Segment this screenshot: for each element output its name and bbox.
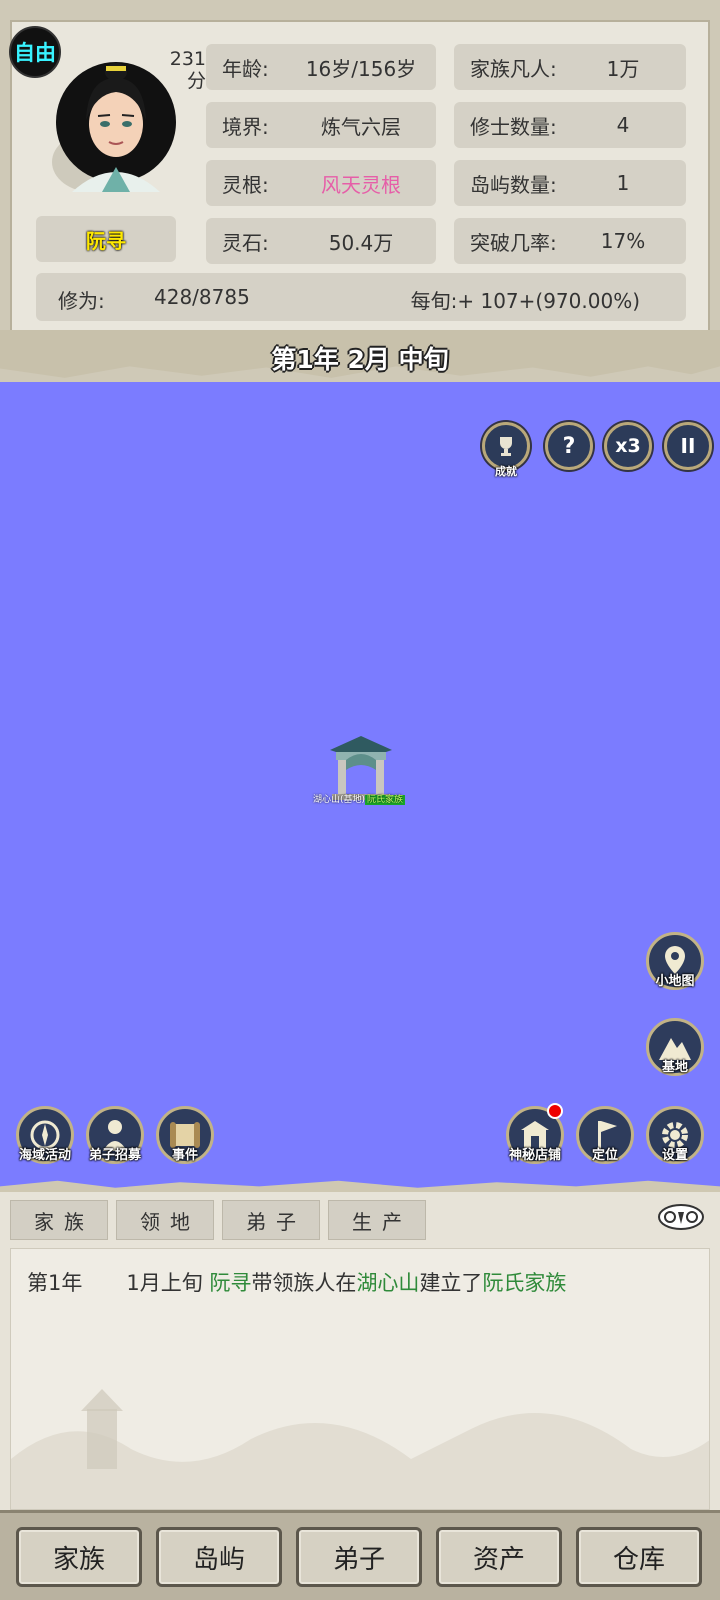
log-entry: 第1年 1月上旬 阮寻带领族人在湖心山建立了阮氏家族 — [27, 1267, 566, 1297]
sea-activity-label: 海域活动 — [18, 1148, 71, 1163]
stat-islands: 岛屿数量: 1 — [454, 160, 686, 206]
minimap-button[interactable]: 小地图 — [646, 932, 704, 990]
event-log: 第1年 1月上旬 阮寻带领族人在湖心山建立了阮氏家族 — [10, 1248, 710, 1510]
stat-breakthrough-rate: 突破几率: 17% — [454, 218, 686, 264]
cultivation-rate: 每旬:+ 107+(970.00%) — [410, 289, 640, 313]
score: 231 分 — [166, 48, 206, 92]
stat-value: 炼气六层 — [321, 114, 401, 139]
stat-value: 50.4万 — [328, 230, 394, 255]
info-panel: 家族 领地 弟子 生产 第1年 1月上旬 阮寻带领族人在湖心山建立了阮氏家族 — [0, 1180, 720, 1510]
character-avatar[interactable] — [52, 42, 180, 197]
stat-value: 16岁/156岁 — [305, 56, 417, 81]
pause-button[interactable]: II — [664, 422, 712, 470]
stat-spirit-stones: 灵石: 50.4万 — [206, 218, 436, 264]
events-button[interactable]: 事件 — [156, 1106, 214, 1164]
stat-label: 突破几率: — [470, 230, 557, 255]
events-label: 事件 — [171, 1148, 198, 1163]
log-period: 1月上旬 — [126, 1271, 203, 1295]
base-button[interactable]: 基地 — [646, 1018, 704, 1076]
stat-value: 1 — [616, 171, 630, 195]
stat-spirit-root: 灵根: 风天灵根 — [206, 160, 436, 206]
landscape-watermark — [11, 1389, 709, 1509]
sea-activity-button[interactable]: 海域活动 — [16, 1106, 74, 1164]
stat-label: 家族凡人: — [470, 56, 557, 81]
score-unit: 分 — [186, 70, 206, 92]
stat-label: 修士数量: — [470, 114, 557, 139]
nav-disciples[interactable]: 弟子 — [296, 1527, 422, 1587]
stat-clan-mortals: 家族凡人: 1万 — [454, 44, 686, 90]
minimap-label: 小地图 — [655, 974, 695, 989]
tab-clan[interactable]: 家族 — [10, 1200, 108, 1240]
log-text: 建立了 — [419, 1271, 483, 1295]
bottom-nav: 家族 岛屿 弟子 资产 仓库 — [0, 1510, 720, 1600]
stat-label: 灵根: — [222, 172, 269, 197]
log-year: 第1年 — [27, 1271, 83, 1295]
stat-label: 境界: — [222, 114, 269, 139]
achievement-label: 成就 — [495, 465, 517, 478]
tab-territory[interactable]: 领地 — [116, 1200, 214, 1240]
game-date: 第1年 2月 中旬 — [271, 345, 449, 374]
locate-button[interactable]: 定位 — [576, 1106, 634, 1164]
character-panel: 自由 231 分 阮寻 年龄: 16岁/156岁 境界: 炼气六层 灵根: 风天… — [0, 0, 720, 382]
cultivation-label: 修为: — [58, 289, 105, 313]
notification-dot — [547, 1103, 563, 1119]
locate-label: 定位 — [591, 1148, 618, 1163]
tab-production[interactable]: 生产 — [328, 1200, 426, 1240]
location-name: 湖心山(基地) — [313, 795, 366, 805]
stat-age: 年龄: 16岁/156岁 — [206, 44, 436, 90]
disciple-recruit-button[interactable]: 弟子招募 — [86, 1106, 144, 1164]
speed-button[interactable]: x3 — [604, 422, 652, 470]
panel-torn-edge — [0, 1180, 720, 1192]
nav-assets[interactable]: 资产 — [436, 1527, 562, 1587]
base-location-label[interactable]: 湖心山(基地) 阮氏家族 — [313, 792, 406, 805]
stat-value: 1万 — [606, 56, 640, 81]
log-place[interactable]: 湖心山 — [356, 1271, 419, 1295]
disciple-recruit-label: 弟子招募 — [88, 1148, 141, 1163]
achievement-button[interactable]: 成就 — [482, 422, 530, 478]
help-button[interactable]: ? — [545, 422, 593, 470]
stat-label: 年龄: — [222, 56, 269, 81]
stat-label: 岛屿数量: — [470, 172, 557, 197]
stat-value: 4 — [616, 113, 630, 137]
free-mode-badge[interactable]: 自由 — [9, 26, 61, 78]
score-value: 231 — [169, 48, 206, 70]
mystery-shop-button[interactable]: 神秘店铺 — [506, 1103, 564, 1164]
collapse-scroll-icon[interactable] — [656, 1202, 706, 1232]
tab-disciples[interactable]: 弟子 — [222, 1200, 320, 1240]
cultivation-row: 修为: 428/8785 每旬:+ 107+(970.00%) — [36, 273, 686, 321]
stat-value: 风天灵根 — [321, 172, 401, 197]
cultivation-value: 428/8785 — [154, 285, 250, 309]
base-label: 基地 — [661, 1060, 688, 1075]
nav-islands[interactable]: 岛屿 — [156, 1527, 282, 1587]
location-clan-tag: 阮氏家族 — [365, 795, 406, 805]
mystery-shop-label: 神秘店铺 — [508, 1148, 561, 1163]
stat-value: 17% — [600, 229, 646, 253]
stat-cultivators: 修士数量: 4 — [454, 102, 686, 148]
nav-warehouse[interactable]: 仓库 — [576, 1527, 702, 1587]
stat-realm: 境界: 炼气六层 — [206, 102, 436, 148]
settings-label: 设置 — [661, 1148, 688, 1163]
log-clan[interactable]: 阮氏家族 — [482, 1271, 566, 1295]
log-text: 带领族人在 — [251, 1271, 357, 1295]
stat-label: 灵石: — [222, 230, 269, 255]
settings-button[interactable]: 设置 — [646, 1106, 704, 1164]
log-person[interactable]: 阮寻 — [209, 1271, 251, 1295]
character-name[interactable]: 阮寻 — [36, 216, 176, 262]
trophy-icon — [500, 437, 512, 456]
nav-clan[interactable]: 家族 — [16, 1527, 142, 1587]
